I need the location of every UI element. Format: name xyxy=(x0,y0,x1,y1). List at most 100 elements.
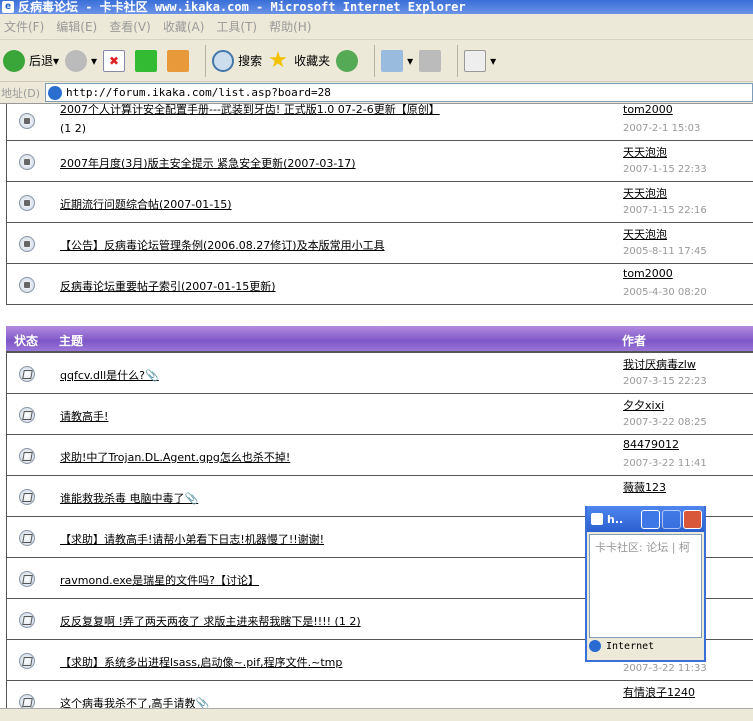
divider xyxy=(374,44,376,77)
menu-edit[interactable]: 编辑(E) xyxy=(56,18,97,35)
favorites-label: 收藏夹 xyxy=(294,54,331,68)
pinned-topics: 2007个人计算计安全配置手册---武装到牙齿! 正式版1.0 07-2-6更新… xyxy=(6,104,753,305)
topic-link[interactable]: 谁能救我杀毒 电脑中毒了 xyxy=(60,492,185,505)
status-bar xyxy=(0,708,753,721)
author-link[interactable]: 薇薇123 xyxy=(623,479,666,495)
lock-icon xyxy=(19,195,35,211)
author-link[interactable]: 有情浪子1240 xyxy=(623,684,695,700)
author-link[interactable]: 天天泡泡 xyxy=(623,144,667,160)
mail-icon xyxy=(381,49,404,72)
author-link[interactable]: 夕夕xixi xyxy=(623,397,664,413)
close-button[interactable] xyxy=(683,510,702,529)
menu-help[interactable]: 帮助(H) xyxy=(269,18,311,35)
table-row: 2007年月度(3月)版主安全提示 紧急安全更新(2007-03-17) 天天泡泡… xyxy=(7,141,753,182)
page-links[interactable]: (1 2) xyxy=(335,615,361,628)
topic-link[interactable]: 【求助】系统多出进程lsass,启动像~.pif,程序文件.~tmp xyxy=(60,654,342,670)
header-topic: 主题 xyxy=(59,334,84,348)
post-date: 2007-3-22 11:33 xyxy=(623,663,707,674)
popup-text: 卡卡社区: 论坛 | 柯 xyxy=(595,541,690,554)
topic-status-icon xyxy=(19,653,35,669)
maximize-button[interactable] xyxy=(662,510,681,529)
table-row: qqfcv.dll是什么?📎 我讨厌病毒zlw 2007-3-15 22:23 xyxy=(7,353,753,394)
topic-status-icon xyxy=(19,612,35,628)
author-link[interactable]: tom2000 xyxy=(623,104,673,116)
author-link[interactable]: 84479012 xyxy=(623,438,679,451)
post-date: 2005-8-11 17:45 xyxy=(623,246,707,257)
topic-link[interactable]: 【公告】反病毒论坛管理条例(2006.08.27修订)及本版常用小工具 xyxy=(60,237,385,253)
word-icon xyxy=(464,49,487,72)
search-icon xyxy=(212,49,235,72)
divider xyxy=(457,44,459,77)
back-button[interactable]: 后退 ▾ xyxy=(3,49,59,72)
word-button[interactable]: ▾ xyxy=(464,49,496,72)
topic-link[interactable]: 【求助】请教高手!请帮小弟看下日志!机器慢了!!谢谢! xyxy=(60,531,324,547)
topic-link[interactable]: 反反复复啊 !弄了两天两夜了 求版主进来帮我瞎下是!!!! xyxy=(60,615,331,628)
window-title: 反病毒论坛 - 卡卡社区 www.ikaka.com - Microsoft I… xyxy=(18,0,466,14)
table-row: 近期流行问题综合帖(2007-01-15) 天天泡泡 2007-1-15 22:16 xyxy=(7,182,753,223)
popup-zone: Internet xyxy=(606,640,655,652)
globe-icon xyxy=(589,640,601,652)
topic-status-icon xyxy=(19,366,35,382)
ie-icon: e xyxy=(2,1,14,13)
menu-view[interactable]: 查看(V) xyxy=(109,18,151,35)
menu-tools[interactable]: 工具(T) xyxy=(216,18,257,35)
favorites-button[interactable]: ★ 收藏夹 xyxy=(268,47,331,73)
topic-status-icon xyxy=(19,530,35,546)
page-icon xyxy=(48,85,62,100)
attachment-icon: 📎 xyxy=(184,492,199,505)
menu-favorites[interactable]: 收藏(A) xyxy=(163,18,205,35)
print-button[interactable] xyxy=(419,49,445,72)
back-label: 后退 xyxy=(29,54,54,68)
minimize-button[interactable] xyxy=(641,510,660,529)
forward-button[interactable]: ▾ xyxy=(65,49,97,72)
topic-link[interactable]: 求助!中了Trojan.DL.Agent.gpg怎么也杀不掉! xyxy=(60,449,290,465)
topic-link[interactable]: qqfcv.dll是什么? xyxy=(60,369,145,382)
home-button[interactable] xyxy=(167,49,193,72)
menu-bar: 文件(F) 编辑(E) 查看(V) 收藏(A) 工具(T) 帮助(H) xyxy=(0,14,753,40)
popup-title: h.. xyxy=(607,512,624,526)
back-arrow-icon xyxy=(3,49,25,72)
lock-icon xyxy=(19,236,35,252)
star-icon: ★ xyxy=(268,47,288,73)
topic-link[interactable]: 2007个人计算计安全配置手册---武装到牙齿! 正式版1.0 07-2-6更新… xyxy=(60,104,440,117)
table-row: 请教高手! 夕夕xixi 2007-3-22 08:25 xyxy=(7,394,753,435)
history-button[interactable] xyxy=(336,49,362,72)
lock-icon xyxy=(19,154,35,170)
post-date: 2007-1-15 22:33 xyxy=(623,164,707,175)
topic-link[interactable]: 这个病毒我杀不了,高手请教 xyxy=(60,697,196,708)
author-link[interactable]: 天天泡泡 xyxy=(623,226,667,242)
popup-window[interactable]: h.. 卡卡社区: 论坛 | 柯 Internet xyxy=(585,506,706,662)
author-link[interactable]: 天天泡泡 xyxy=(623,185,667,201)
refresh-button[interactable] xyxy=(135,49,161,72)
topic-link[interactable]: 反病毒论坛重要帖子索引(2007-01-15更新) xyxy=(60,278,276,294)
divider xyxy=(205,44,207,77)
address-url: http://forum.ikaka.com/list.asp?board=28 xyxy=(66,86,331,99)
home-icon xyxy=(167,49,190,72)
menu-file[interactable]: 文件(F) xyxy=(4,18,44,35)
post-date: 2007-3-22 11:41 xyxy=(623,458,707,469)
address-bar: 地址(D) http://forum.ikaka.com/list.asp?bo… xyxy=(0,82,753,104)
topic-status-icon xyxy=(19,407,35,423)
stop-button[interactable]: ✖ xyxy=(103,49,129,72)
topic-status-icon xyxy=(19,448,35,464)
address-label: 地址(D) xyxy=(1,86,41,100)
mail-button[interactable]: ▾ xyxy=(381,49,413,72)
post-date: 2007-2-1 15:03 xyxy=(623,123,701,134)
search-label: 搜索 xyxy=(238,54,263,68)
search-button[interactable]: 搜索 xyxy=(212,49,263,72)
address-input[interactable]: http://forum.ikaka.com/list.asp?board=28 xyxy=(45,83,753,102)
page-links[interactable]: (1 2) xyxy=(60,122,86,135)
topic-link[interactable]: 近期流行问题综合帖(2007-01-15) xyxy=(60,196,232,212)
history-icon xyxy=(336,49,359,72)
topic-link[interactable]: 2007年月度(3月)版主安全提示 紧急安全更新(2007-03-17) xyxy=(60,155,356,171)
post-date: 2007-3-15 22:23 xyxy=(623,376,707,387)
author-link[interactable]: 我讨厌病毒zlw xyxy=(623,356,696,372)
post-date: 2005-4-30 08:20 xyxy=(623,287,707,298)
topic-link[interactable]: ravmond.exe是瑞星的文件吗?【讨论】 xyxy=(60,572,259,588)
topic-status-icon xyxy=(19,694,35,708)
attachment-icon: 📎 xyxy=(144,369,159,382)
table-row: 这个病毒我杀不了,高手请教📎 有情浪子1240 xyxy=(7,681,753,708)
table-header: 状态 主题 作者 xyxy=(6,326,753,353)
topic-link[interactable]: 请教高手! xyxy=(60,408,108,424)
author-link[interactable]: tom2000 xyxy=(623,267,673,280)
